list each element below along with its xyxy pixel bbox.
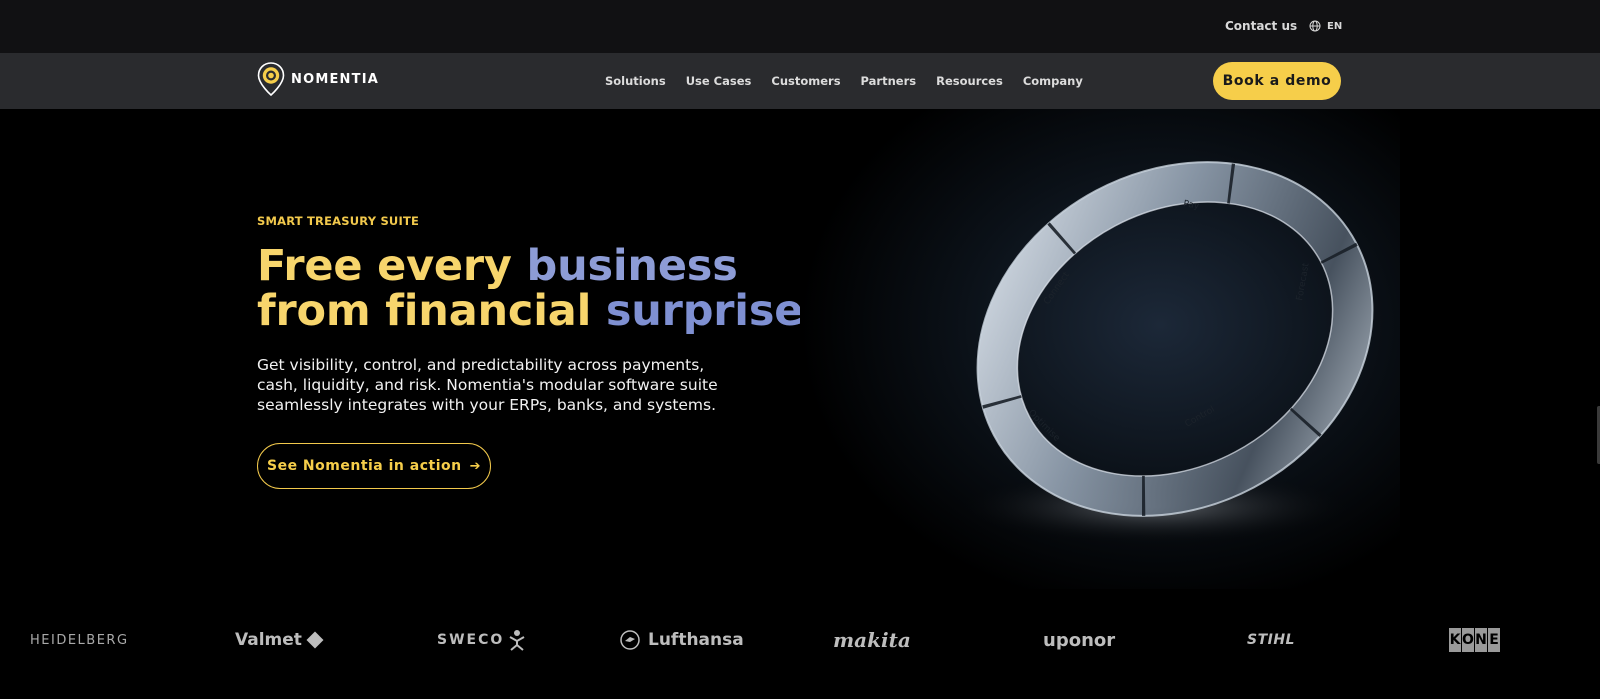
arrow-right-icon: ➔ bbox=[469, 458, 481, 474]
hero-headline: Free every business from financial surpr… bbox=[257, 244, 829, 334]
language-code: EN bbox=[1327, 20, 1343, 32]
logo-valmet-text: Valmet bbox=[235, 630, 302, 650]
sweco-figure-icon bbox=[509, 630, 525, 651]
brand-name: NOMENTIA bbox=[291, 71, 379, 87]
utility-bar: Contact us EN bbox=[0, 0, 1600, 53]
see-in-action-button[interactable]: See Nomentia in action ➔ bbox=[257, 443, 491, 489]
nav-item-company[interactable]: Company bbox=[1023, 74, 1083, 88]
kone-letter: N bbox=[1475, 628, 1487, 652]
language-selector[interactable]: EN bbox=[1309, 20, 1342, 32]
nomentia-pin-logo-icon bbox=[257, 62, 285, 96]
customer-logos: HEIDELBERG Valmet SWECO Lufthansa makita… bbox=[0, 615, 1600, 665]
headline-part-2: business bbox=[526, 241, 738, 291]
kone-letter: O bbox=[1462, 628, 1474, 652]
nav-item-solutions[interactable]: Solutions bbox=[605, 74, 666, 88]
logo-lufthansa: Lufthansa bbox=[620, 615, 744, 665]
main-nav: NOMENTIA Solutions Use Cases Customers P… bbox=[0, 53, 1600, 109]
kone-letter: E bbox=[1488, 628, 1500, 652]
headline-part-4: surprises bbox=[605, 286, 829, 336]
nav-item-use-cases[interactable]: Use Cases bbox=[686, 74, 752, 88]
kone-letter-boxes: K O N E bbox=[1449, 628, 1500, 652]
logo-lufthansa-text: Lufthansa bbox=[648, 630, 744, 650]
headline-part-1: Free every bbox=[257, 241, 527, 291]
logo-sweco-text: SWECO bbox=[437, 632, 505, 648]
logo-uponor: uponor bbox=[1043, 629, 1116, 651]
globe-icon bbox=[1309, 20, 1321, 32]
nav-item-partners[interactable]: Partners bbox=[861, 74, 917, 88]
nav-item-customers[interactable]: Customers bbox=[771, 74, 840, 88]
nav-menu: Solutions Use Cases Customers Partners R… bbox=[605, 74, 1083, 88]
book-demo-button[interactable]: Book a demo bbox=[1213, 62, 1341, 100]
kone-letter: K bbox=[1449, 628, 1461, 652]
nav-item-resources[interactable]: Resources bbox=[936, 74, 1003, 88]
nomentia-logo[interactable]: NOMENTIA bbox=[257, 62, 379, 96]
logo-heidelberg: HEIDELBERG bbox=[30, 632, 129, 648]
cta-label: See Nomentia in action bbox=[266, 458, 462, 474]
hero-ring-illustration: Pay Forecast Control Optimise Connect bbox=[800, 109, 1400, 589]
hero-eyebrow: SMART TREASURY SUITE bbox=[257, 214, 420, 228]
valmet-diamond-icon bbox=[306, 631, 324, 649]
logo-stihl: STIHL bbox=[1247, 632, 1295, 648]
logo-kone: K O N E bbox=[1449, 615, 1500, 665]
contact-us-link[interactable]: Contact us bbox=[1225, 19, 1297, 33]
logo-makita: makita bbox=[833, 628, 911, 652]
logo-valmet: Valmet bbox=[235, 615, 324, 665]
headline-part-3: from financial bbox=[257, 286, 606, 336]
lufthansa-crane-icon bbox=[620, 630, 640, 650]
hero-description: Get visibility, control, and predictabil… bbox=[257, 356, 718, 414]
logo-sweco: SWECO bbox=[437, 615, 526, 665]
